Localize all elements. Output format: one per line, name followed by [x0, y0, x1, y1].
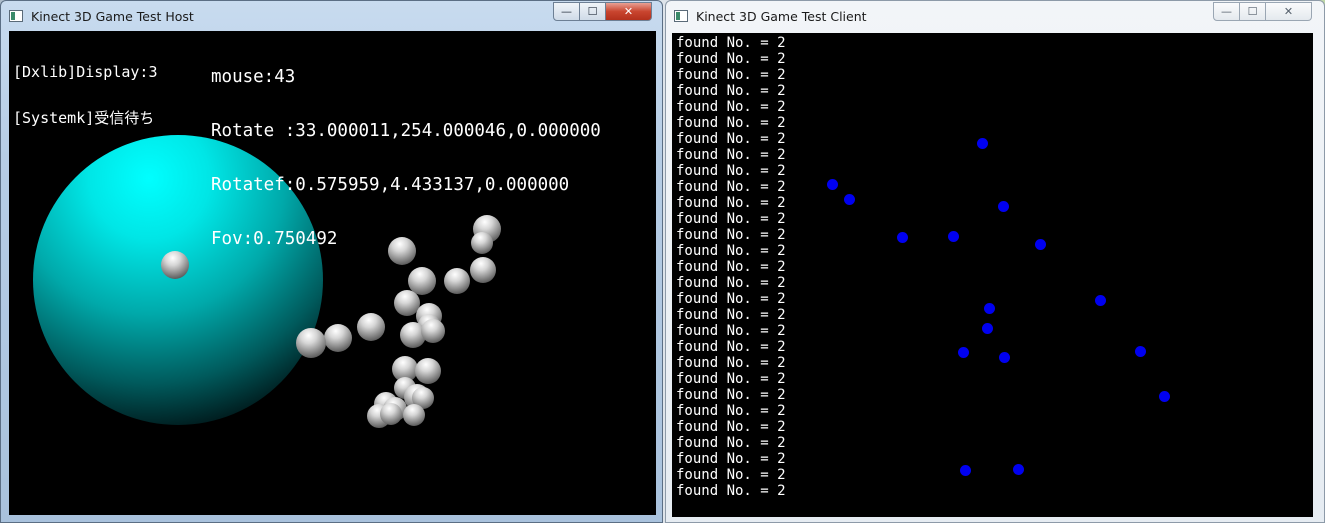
client-viewport[interactable]: found No. = 2 found No. = 2 found No. = 2f…: [672, 33, 1313, 517]
minimize-button[interactable]: —: [553, 2, 580, 21]
white-ball: [403, 404, 425, 426]
joint-dot: [983, 302, 995, 314]
found-log-line: found No. = 2: [676, 467, 786, 483]
found-log-line: found No. = 2: [676, 275, 786, 291]
host-titlebar[interactable]: Kinect 3D Game Test Host — ☐ ✕: [1, 1, 662, 31]
joint-dot: [896, 231, 908, 243]
found-log-line: found No. = 2: [676, 147, 786, 163]
found-log-line: found No. = 2: [676, 323, 786, 339]
found-log-line: found No. = 2: [676, 227, 786, 243]
found-log-line: found No. = 2: [676, 35, 786, 51]
hud-mouse-line: mouse:43: [211, 67, 296, 87]
found-log-line: found No. = 2: [676, 83, 786, 99]
found-log-line: found No. = 2: [676, 163, 786, 179]
app-icon[interactable]: [9, 10, 23, 22]
app-icon[interactable]: [674, 10, 688, 22]
white-ball: [357, 313, 385, 341]
window-title: Kinect 3D Game Test Host: [31, 9, 194, 24]
hud-rotatef-line: Rotatef:0.575959,4.433137,0.000000: [211, 175, 570, 195]
found-log-line: found No. = 2: [676, 339, 786, 355]
joint-dot: [826, 178, 838, 190]
joint-dot: [998, 351, 1010, 363]
close-button[interactable]: ✕: [1266, 2, 1312, 21]
hud-fov-line: Fov:0.750492: [211, 229, 338, 249]
found-log-line: found No. = 2: [676, 131, 786, 147]
white-ball: [161, 251, 189, 279]
maximize-button[interactable]: ☐: [580, 2, 606, 21]
host-3d-viewport[interactable]: [Dxlib]Display:3 [Systemk]受信待ち mouse:43 …: [9, 31, 656, 515]
client-window[interactable]: Kinect 3D Game Test Client — ☐ ✕ found N…: [665, 0, 1325, 523]
found-log-line: found No. = 2: [676, 307, 786, 323]
white-ball: [421, 319, 445, 343]
hud-rotate-line: Rotate :33.000011,254.000046,0.000000: [211, 121, 601, 141]
minimize-button[interactable]: —: [1213, 2, 1240, 21]
white-ball: [296, 328, 326, 358]
joint-dot: [843, 193, 855, 205]
joint-dot: [1034, 238, 1046, 250]
joint-dot: [1094, 294, 1106, 306]
found-log-line: found No. = 2: [676, 387, 786, 403]
caption-buttons: — ☐ ✕: [553, 2, 652, 21]
found-log-line: found No. = 2: [676, 115, 786, 131]
hud-display-line: [Dxlib]Display:3: [13, 63, 158, 81]
found-log-line: found No. = 2: [676, 451, 786, 467]
window-title: Kinect 3D Game Test Client: [696, 9, 867, 24]
found-log-line: found No. = 2: [676, 419, 786, 435]
found-log-line: found No. = 2: [676, 355, 786, 371]
maximize-button[interactable]: ☐: [1240, 2, 1266, 21]
white-ball: [324, 324, 352, 352]
joint-dot: [976, 137, 988, 149]
joint-dot: [947, 230, 959, 242]
found-log-line: found No. = 2: [676, 259, 786, 275]
client-titlebar[interactable]: Kinect 3D Game Test Client — ☐ ✕: [666, 1, 1324, 31]
close-button[interactable]: ✕: [606, 2, 652, 21]
found-log-line: found No. = 2: [676, 179, 786, 195]
joint-dot: [959, 464, 971, 476]
found-log-line: found No. = 2: [676, 99, 786, 115]
joint-dot: [1158, 390, 1170, 402]
found-log-line: found No. = 2: [676, 435, 786, 451]
found-log-line: found No. = 2: [676, 483, 786, 499]
joint-dot: [997, 200, 1009, 212]
host-window[interactable]: Kinect 3D Game Test Host — ☐ ✕ [Dxlib]Di…: [0, 0, 663, 523]
found-log-line: found No. = 2: [676, 195, 786, 211]
white-ball: [415, 358, 441, 384]
found-log-line: found No. = 2: [676, 211, 786, 227]
found-log-line: found No. = 2: [676, 243, 786, 259]
found-log-line: found No. = 2: [676, 67, 786, 83]
caption-buttons: — ☐ ✕: [1213, 2, 1312, 21]
joint-dot: [1012, 463, 1024, 475]
found-log-line: found No. = 2: [676, 371, 786, 387]
joint-dot: [1134, 345, 1146, 357]
joint-dot: [981, 322, 993, 334]
hud-status-line: [Systemk]受信待ち: [13, 109, 155, 127]
found-log-line: found No. = 2: [676, 291, 786, 307]
joint-dot: [957, 346, 969, 358]
white-ball: [380, 403, 402, 425]
found-log-line: found No. = 2: [676, 403, 786, 419]
found-log-line: found No. = 2: [676, 51, 786, 67]
